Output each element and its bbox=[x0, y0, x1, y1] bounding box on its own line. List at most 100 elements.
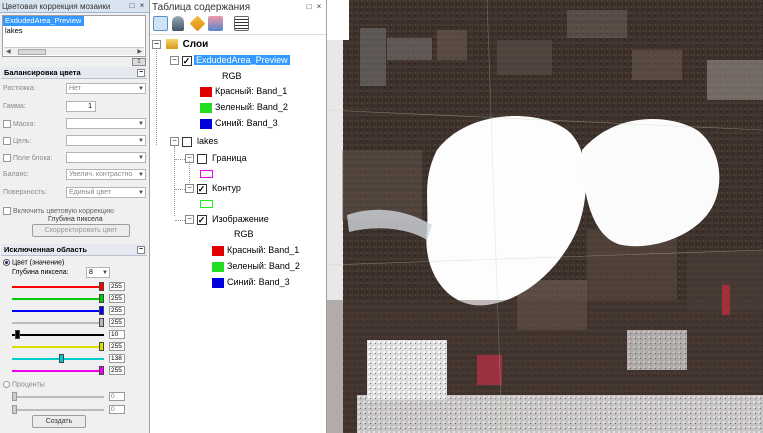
color-slider[interactable] bbox=[12, 330, 104, 339]
float-icon[interactable]: □ bbox=[127, 1, 137, 11]
block-field-select[interactable]: ▼ bbox=[66, 152, 146, 163]
list-by-visibility-icon[interactable] bbox=[189, 15, 206, 32]
stretch-label: Растяжка: bbox=[3, 85, 36, 92]
target-select[interactable]: ▼ bbox=[66, 135, 146, 146]
sublayer-name[interactable]: Граница bbox=[209, 153, 247, 163]
collapse-icon[interactable]: − bbox=[152, 39, 161, 49]
horizontal-scrollbar[interactable]: ◀ ▶ bbox=[4, 47, 144, 55]
slider-knob[interactable] bbox=[12, 405, 17, 414]
mask-select[interactable]: ▼ bbox=[66, 118, 146, 129]
percent-input-2[interactable]: 0 bbox=[109, 405, 125, 414]
collapse-icon[interactable]: − bbox=[137, 69, 145, 77]
color-balance-section[interactable]: Балансировка цвета − bbox=[1, 67, 147, 79]
layer-lakes[interactable]: − lakes bbox=[170, 135, 218, 148]
slider-knob[interactable] bbox=[58, 354, 64, 363]
band-name: Band_3 bbox=[246, 118, 278, 128]
close-icon[interactable]: × bbox=[137, 1, 147, 11]
create-button[interactable]: Создать bbox=[32, 415, 86, 428]
slider-value-input[interactable]: 10 bbox=[109, 330, 125, 339]
list-item[interactable]: ExdudedArea_Preview bbox=[3, 16, 85, 26]
slider-track bbox=[12, 286, 104, 288]
layer-name[interactable]: ExdudedArea_Preview bbox=[194, 55, 290, 65]
dataset-list[interactable]: ExdudedArea_Preview lakes ◀ ▶ bbox=[2, 15, 146, 57]
slider-knob[interactable] bbox=[99, 342, 104, 351]
scroll-left-icon[interactable]: ◀ bbox=[6, 48, 11, 55]
options-icon[interactable] bbox=[234, 16, 249, 31]
mask-label: Маска: bbox=[13, 120, 36, 128]
color-slider[interactable] bbox=[12, 294, 104, 303]
surface-select[interactable]: Единый цвет ▼ bbox=[66, 187, 146, 198]
color-slider[interactable] bbox=[12, 366, 104, 375]
layer-name[interactable]: lakes bbox=[194, 136, 218, 146]
slider-track bbox=[12, 322, 104, 324]
slider-value-input[interactable]: 138 bbox=[109, 354, 125, 363]
slider-value-input[interactable]: 255 bbox=[109, 294, 125, 303]
percent-slider-1[interactable] bbox=[12, 392, 104, 401]
color-slider[interactable] bbox=[12, 282, 104, 291]
color-slider[interactable] bbox=[12, 306, 104, 315]
sublayer-name[interactable]: Контур bbox=[209, 183, 241, 193]
color-slider[interactable] bbox=[12, 342, 104, 351]
block-field-row: Поле блока: bbox=[3, 154, 53, 162]
float-icon[interactable]: □ bbox=[304, 2, 314, 12]
sublayer-boundary[interactable]: − Граница bbox=[185, 152, 247, 165]
balance-select[interactable]: Увелич. контрастно ▼ bbox=[66, 169, 146, 180]
list-by-drawing-order-icon[interactable] bbox=[153, 16, 168, 31]
slider-knob[interactable] bbox=[99, 294, 104, 303]
grip-icon[interactable]: ⁞⁞ bbox=[132, 58, 146, 66]
correct-color-button[interactable]: Скорректировать цвет bbox=[32, 224, 130, 237]
scroll-right-icon[interactable]: ▶ bbox=[137, 48, 142, 55]
slider-knob[interactable] bbox=[99, 318, 104, 327]
slider-knob[interactable] bbox=[99, 366, 104, 375]
percent-radio[interactable] bbox=[3, 381, 10, 388]
slider-value-input[interactable]: 255 bbox=[109, 366, 125, 375]
scroll-thumb[interactable] bbox=[18, 49, 46, 55]
sublayer-checkbox[interactable]: ✓ bbox=[196, 183, 207, 194]
enable-correction-checkbox[interactable] bbox=[3, 207, 11, 215]
percent-slider-2[interactable] bbox=[12, 405, 104, 414]
map-view[interactable] bbox=[327, 0, 763, 433]
slider-value-input[interactable]: 255 bbox=[109, 342, 125, 351]
list-by-selection-icon[interactable] bbox=[208, 16, 223, 31]
slider-value-input[interactable]: 255 bbox=[109, 318, 125, 327]
color-value-radio[interactable] bbox=[3, 259, 10, 266]
layer-visibility-checkbox[interactable] bbox=[181, 136, 192, 147]
list-item[interactable]: lakes bbox=[3, 26, 145, 36]
collapse-icon[interactable]: − bbox=[137, 246, 145, 254]
percent-row: Проценты bbox=[3, 381, 45, 388]
slider-knob[interactable] bbox=[15, 330, 21, 339]
gamma-input[interactable]: 1 bbox=[66, 101, 96, 112]
close-icon[interactable]: × bbox=[314, 2, 324, 12]
legend-green: Зеленый: Band_2 bbox=[212, 260, 300, 273]
collapse-icon[interactable]: − bbox=[185, 184, 194, 194]
slider-knob[interactable] bbox=[12, 392, 17, 401]
excluded-area-section[interactable]: Исключенная область − bbox=[1, 244, 147, 256]
collapse-icon[interactable]: − bbox=[170, 137, 179, 147]
slider-knob[interactable] bbox=[99, 282, 104, 291]
stretch-select[interactable]: Нет ▼ bbox=[66, 83, 146, 94]
list-by-source-icon[interactable] bbox=[172, 16, 184, 31]
root-label: Слои bbox=[182, 39, 209, 50]
band-name: Band_1 bbox=[268, 245, 300, 255]
sublayer-checkbox[interactable]: ✓ bbox=[196, 214, 207, 225]
sublayer-checkbox[interactable] bbox=[196, 153, 207, 164]
color-slider[interactable] bbox=[12, 318, 104, 327]
sublayer-contour[interactable]: − ✓ Контур bbox=[185, 182, 241, 195]
block-field-checkbox[interactable] bbox=[3, 154, 11, 162]
sublayer-image[interactable]: − ✓ Изображение bbox=[185, 213, 269, 226]
layer-visibility-checkbox[interactable]: ✓ bbox=[181, 55, 192, 66]
color-slider[interactable] bbox=[12, 354, 104, 363]
target-checkbox[interactable] bbox=[3, 137, 11, 145]
percent-label: Проценты bbox=[12, 381, 45, 389]
band-label: Зеленый: bbox=[215, 102, 255, 112]
layer-exdudedarea[interactable]: − ✓ ExdudedArea_Preview bbox=[170, 54, 290, 67]
slider-knob[interactable] bbox=[99, 306, 104, 315]
collapse-icon[interactable]: − bbox=[170, 56, 179, 66]
slider-value-input[interactable]: 255 bbox=[109, 282, 125, 291]
percent-input-1[interactable]: 0 bbox=[109, 392, 125, 401]
sublayer-name[interactable]: Изображение bbox=[209, 214, 269, 224]
mask-checkbox[interactable] bbox=[3, 120, 11, 128]
slider-value-input[interactable]: 255 bbox=[109, 306, 125, 315]
collapse-icon[interactable]: − bbox=[185, 215, 194, 225]
pixel-depth-select[interactable]: 8 ▼ bbox=[86, 267, 110, 278]
